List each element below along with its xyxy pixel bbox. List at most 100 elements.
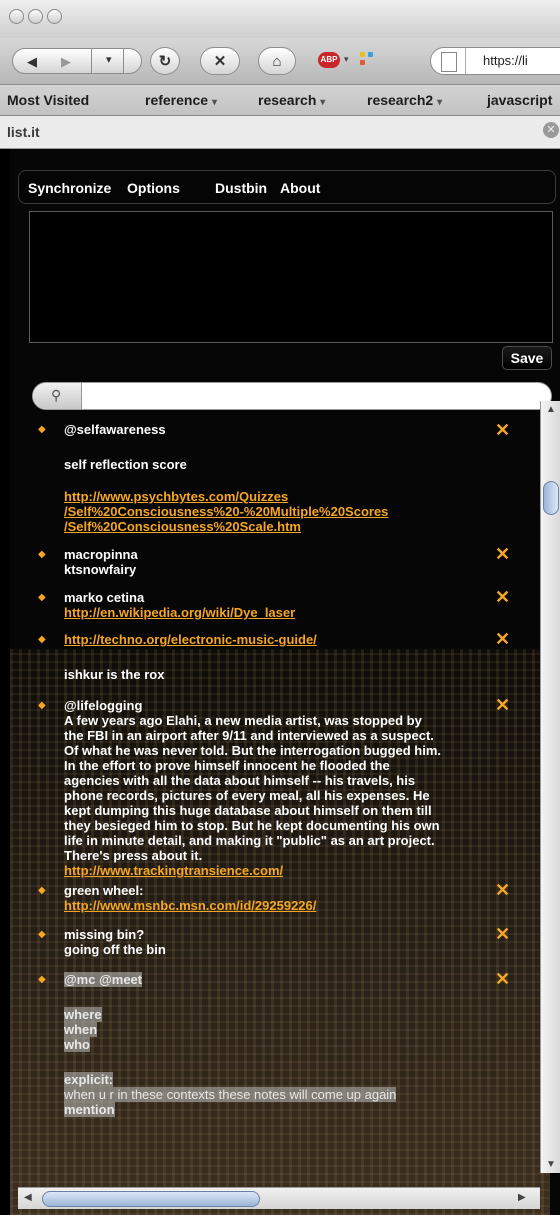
url-text: https://li xyxy=(483,53,528,68)
note-line: they besieged him to stop. But he kept d… xyxy=(64,818,440,833)
note-line: @mc @meet xyxy=(64,972,143,987)
forward-icon[interactable]: ▶ xyxy=(61,54,71,70)
delete-note-icon[interactable]: ✕ xyxy=(495,969,510,990)
note-line: missing bin? xyxy=(64,927,145,942)
chevron-down-icon: ▾ xyxy=(211,97,217,108)
address-bar[interactable]: https://li xyxy=(430,47,560,75)
bookmark-research2[interactable]: research2 ▾ xyxy=(367,92,442,108)
bookmark-label: reference xyxy=(145,92,209,108)
bullet-icon: ◆ xyxy=(38,885,46,896)
note-line: @lifelogging xyxy=(64,698,143,713)
note-line: @selfawareness xyxy=(64,422,166,437)
note-line: the FBI in an airport after 9/11 and int… xyxy=(64,728,434,743)
scroll-left-icon[interactable]: ◀ xyxy=(24,1192,32,1203)
note-line: mention xyxy=(64,1102,115,1117)
back-forward-group: ◀ ▶ ▾ xyxy=(12,48,142,74)
note-line: macropinna xyxy=(64,547,138,562)
notes-list: ◆ @selfawareness ✕ self reflection score… xyxy=(28,412,540,1192)
delete-note-icon[interactable]: ✕ xyxy=(495,544,510,565)
page-icon xyxy=(441,52,457,72)
window-titlebar xyxy=(0,0,560,38)
delete-note-icon[interactable]: ✕ xyxy=(495,924,510,945)
search-input[interactable]: ⚲ xyxy=(32,382,552,410)
bullet-icon: ◆ xyxy=(38,592,46,603)
sidebar-title: list.it xyxy=(7,124,40,140)
note-link[interactable]: http://www.trackingtransience.com/ xyxy=(64,863,283,878)
note-line: who xyxy=(64,1037,90,1052)
vertical-scroll-thumb[interactable] xyxy=(543,481,559,515)
note-link[interactable]: http://en.wikipedia.org/wiki/Dye_laser xyxy=(64,605,295,620)
zoom-window-button[interactable] xyxy=(47,9,62,24)
minimize-window-button[interactable] xyxy=(28,9,43,24)
scroll-down-icon[interactable]: ▼ xyxy=(546,1159,556,1170)
menu-about[interactable]: About xyxy=(280,180,320,196)
note-line: green wheel: xyxy=(64,883,144,898)
close-sidebar-icon[interactable]: ✕ xyxy=(543,122,559,138)
note-line: agencies with all the data about himself… xyxy=(64,773,416,788)
horizontal-scroll-thumb[interactable] xyxy=(42,1191,260,1207)
note-link[interactable]: /Self%20Consciousness%20Scale.htm xyxy=(64,519,301,534)
bookmark-label: research2 xyxy=(367,92,434,108)
note-line: when u r in these contexts these notes w… xyxy=(64,1087,397,1102)
extension-icon[interactable] xyxy=(358,50,376,68)
adblock-icon[interactable]: ABP xyxy=(318,52,340,68)
note-input[interactable] xyxy=(29,211,553,343)
save-button[interactable]: Save xyxy=(502,346,552,370)
note-line: A few years ago Elahi, a new media artis… xyxy=(64,713,422,728)
search-icon: ⚲ xyxy=(51,387,62,403)
bookmarks-bar: Most Visited reference ▾ research ▾ rese… xyxy=(0,85,560,116)
note-line: phone records, pictures of every meal, a… xyxy=(64,788,430,803)
note-line: self reflection score xyxy=(64,457,187,472)
note-link[interactable]: http://www.msnbc.msn.com/id/29259226/ xyxy=(64,898,316,913)
bullet-icon: ◆ xyxy=(38,929,46,940)
bullet-icon: ◆ xyxy=(38,700,46,711)
note-line: In the effort to prove himself innocent … xyxy=(64,758,390,773)
menu-synchronize[interactable]: Synchronize xyxy=(28,180,111,196)
menu-options[interactable]: Options xyxy=(127,180,180,196)
bookmark-javascript[interactable]: javascript xyxy=(487,92,552,108)
listit-menu: Synchronize Options Dustbin About xyxy=(18,170,556,204)
bookmark-most-visited[interactable]: Most Visited xyxy=(7,92,89,108)
delete-note-icon[interactable]: ✕ xyxy=(495,420,510,441)
bookmark-reference[interactable]: reference ▾ xyxy=(145,92,217,108)
delete-note-icon[interactable]: ✕ xyxy=(495,587,510,608)
stop-button[interactable]: ✕ xyxy=(200,47,240,75)
delete-note-icon[interactable]: ✕ xyxy=(495,880,510,901)
search-button[interactable]: ⚲ xyxy=(33,383,82,409)
note-link[interactable]: http://techno.org/electronic-music-guide… xyxy=(64,632,317,647)
note-line: when xyxy=(64,1022,98,1037)
delete-note-icon[interactable]: ✕ xyxy=(495,629,510,650)
note-line: ishkur is the rox xyxy=(64,667,165,682)
close-window-button[interactable] xyxy=(9,9,24,24)
reload-icon: ↻ xyxy=(158,53,172,70)
note-line: where xyxy=(64,1007,102,1022)
note-line: kept dumping this huge database about hi… xyxy=(64,803,432,818)
chevron-down-icon: ▾ xyxy=(437,97,443,108)
reload-button[interactable]: ↻ xyxy=(150,47,180,75)
horizontal-scrollbar[interactable]: ◀ ▶ xyxy=(18,1187,540,1209)
home-icon: ⌂ xyxy=(272,52,282,70)
note-link[interactable]: /Self%20Consciousness%20-%20Multiple%20S… xyxy=(64,504,388,519)
note-link[interactable]: http://www.psychbytes.com/Quizzes xyxy=(64,489,288,504)
note-line: There's press about it. xyxy=(64,848,203,863)
adblock-dropdown-icon[interactable]: ▾ xyxy=(344,54,349,65)
sidebar-header: list.it ✕ xyxy=(0,116,560,149)
note-line: life in minute detail, and making it "pu… xyxy=(64,833,435,848)
chevron-down-icon: ▾ xyxy=(320,97,326,108)
scroll-up-icon[interactable]: ▲ xyxy=(546,404,556,415)
history-dropdown-icon[interactable]: ▾ xyxy=(106,53,112,66)
note-line: marko cetina xyxy=(64,590,145,605)
scroll-right-icon[interactable]: ▶ xyxy=(518,1192,526,1203)
home-button[interactable]: ⌂ xyxy=(258,47,296,75)
bookmark-label: research xyxy=(258,92,317,108)
delete-note-icon[interactable]: ✕ xyxy=(495,695,510,716)
note-line: ktsnowfairy xyxy=(64,562,137,577)
note-line: Of what he was never told. But the inter… xyxy=(64,743,442,758)
vertical-scrollbar[interactable]: ▲ ▼ xyxy=(540,401,560,1173)
note-line: going off the bin xyxy=(64,942,166,957)
bookmark-research[interactable]: research ▾ xyxy=(258,92,325,108)
menu-dustbin[interactable]: Dustbin xyxy=(215,180,267,196)
back-icon[interactable]: ◀ xyxy=(27,54,37,70)
note-line: explicit: xyxy=(64,1072,114,1087)
stop-icon: ✕ xyxy=(213,53,227,70)
